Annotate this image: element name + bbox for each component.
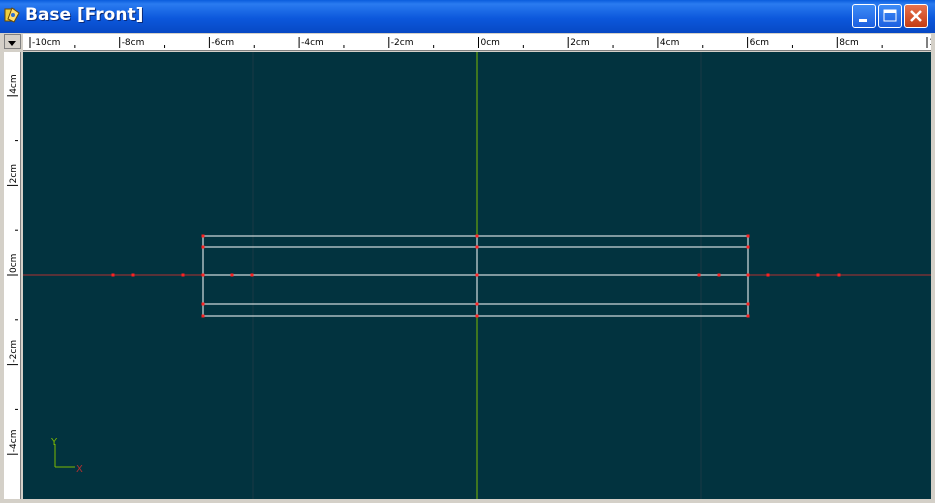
control-point[interactable] <box>746 314 750 318</box>
chevron-down-icon <box>8 41 16 46</box>
axis-gizmo: Y X <box>50 437 83 475</box>
control-point[interactable] <box>837 273 841 277</box>
title-bar[interactable]: Base [Front] <box>0 0 935 33</box>
vertical-ruler[interactable]: 4cm 2cm 0cm -2cm -4cm <box>4 52 21 499</box>
control-point[interactable] <box>746 245 750 249</box>
ruler-label: -10cm <box>32 38 60 48</box>
ruler-label: -2cm <box>9 340 19 363</box>
control-point[interactable] <box>230 273 234 277</box>
ruler-label: 2cm <box>570 38 589 48</box>
maximize-icon <box>883 9 897 22</box>
control-point[interactable] <box>475 245 479 249</box>
ruler-label: -2cm <box>391 38 414 48</box>
view-menu-dropdown[interactable] <box>4 34 21 49</box>
control-point[interactable] <box>746 302 750 306</box>
ruler-label: 1 <box>929 38 931 48</box>
control-point[interactable] <box>201 302 205 306</box>
front-viewport[interactable]: Y X <box>23 52 931 499</box>
ruler-label: -4cm <box>9 429 19 452</box>
app-icon <box>4 7 20 23</box>
control-point[interactable] <box>201 245 205 249</box>
control-point[interactable] <box>250 273 254 277</box>
control-point[interactable] <box>717 273 721 277</box>
ruler-label: 4cm <box>9 74 19 93</box>
ruler-label: 2cm <box>9 164 19 183</box>
control-point[interactable] <box>816 273 820 277</box>
window-title: Base [Front] <box>25 5 144 25</box>
maximize-button[interactable] <box>878 4 902 28</box>
control-point[interactable] <box>475 314 479 318</box>
control-point[interactable] <box>201 273 205 277</box>
ruler-label: 6cm <box>750 38 769 48</box>
control-point[interactable] <box>131 273 135 277</box>
control-point[interactable] <box>766 273 770 277</box>
ruler-label: 0cm <box>481 38 500 48</box>
minimize-icon <box>859 19 867 22</box>
control-point[interactable] <box>181 273 185 277</box>
control-point[interactable] <box>201 314 205 318</box>
control-point[interactable] <box>475 234 479 238</box>
ruler-label: 8cm <box>839 38 858 48</box>
ruler-label: 0cm <box>9 254 19 273</box>
control-point[interactable] <box>201 234 205 238</box>
control-point[interactable] <box>475 302 479 306</box>
app-window: Base [Front] -10cm -8cm -6cm -4cm -2cm 0cm 2cm… <box>0 0 935 503</box>
ruler-label: 4cm <box>660 38 679 48</box>
control-point[interactable] <box>475 273 479 277</box>
ruler-label: -8cm <box>122 38 145 48</box>
control-point[interactable] <box>746 273 750 277</box>
ruler-label: -4cm <box>301 38 324 48</box>
close-icon <box>910 10 922 22</box>
control-point[interactable] <box>697 273 701 277</box>
control-point[interactable] <box>111 273 115 277</box>
control-point[interactable] <box>746 234 750 238</box>
axis-y-label: Y <box>50 437 58 448</box>
minimize-button[interactable] <box>852 4 876 28</box>
horizontal-ruler[interactable]: -10cm -8cm -6cm -4cm -2cm 0cm 2cm 4cm 6cm 8cm 1 <box>23 34 931 51</box>
ruler-label: -6cm <box>211 38 234 48</box>
axis-x-label: X <box>76 464 83 475</box>
close-button[interactable] <box>904 4 928 28</box>
